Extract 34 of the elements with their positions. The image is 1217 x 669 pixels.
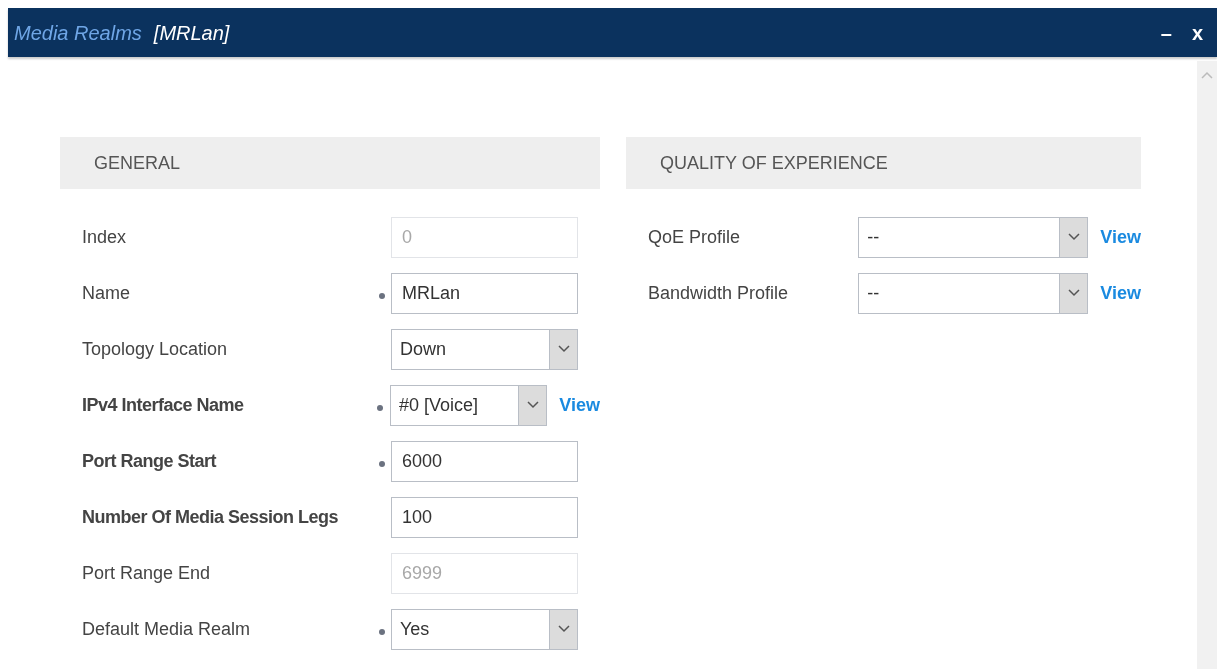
chevron-down-icon bbox=[557, 625, 570, 633]
dropdown[interactable]: Yes bbox=[391, 608, 578, 650]
field-label: Default Media Realm bbox=[82, 617, 252, 641]
scroll-up-icon[interactable] bbox=[1201, 71, 1213, 79]
field-label: Topology Location bbox=[82, 337, 229, 361]
dropdown[interactable]: #0 [Voice] bbox=[389, 384, 548, 426]
view-link[interactable]: View bbox=[1100, 279, 1141, 307]
field-label: Port Range Start bbox=[82, 449, 218, 473]
section-header: GENERAL bbox=[60, 137, 600, 189]
scrollbar[interactable] bbox=[1197, 61, 1217, 669]
section-header: QUALITY OF EXPERIENCE bbox=[626, 137, 1141, 189]
field-label: Number Of Media Session Legs bbox=[82, 505, 340, 529]
dropdown[interactable]: -- bbox=[858, 272, 1089, 314]
field-label: QoE Profile bbox=[648, 225, 742, 249]
field-label: Port Range End bbox=[82, 561, 212, 585]
chevron-down-icon bbox=[526, 401, 539, 409]
window-subtitle: [MRLan] bbox=[153, 20, 230, 46]
chevron-down-icon bbox=[1067, 233, 1080, 241]
text-field[interactable]: 100 bbox=[391, 496, 578, 538]
field-label: IPv4 Interface Name bbox=[82, 393, 245, 417]
field-label: Name bbox=[82, 281, 131, 305]
close-button[interactable]: x bbox=[1181, 17, 1213, 48]
field-label: Index bbox=[82, 225, 128, 249]
chevron-down-icon bbox=[557, 345, 570, 353]
chevron-down-icon bbox=[1067, 289, 1080, 297]
dropdown[interactable]: Down bbox=[391, 328, 578, 370]
view-link[interactable]: View bbox=[1100, 223, 1141, 251]
field-label: Bandwidth Profile bbox=[648, 281, 790, 305]
dropdown[interactable]: -- bbox=[858, 216, 1089, 258]
text-field[interactable]: MRLan bbox=[391, 272, 578, 314]
minimize-button[interactable]: – bbox=[1150, 17, 1182, 48]
view-link[interactable]: View bbox=[559, 391, 600, 419]
window-title: Media Realms bbox=[14, 20, 142, 46]
text-field[interactable]: 6000 bbox=[391, 440, 578, 482]
